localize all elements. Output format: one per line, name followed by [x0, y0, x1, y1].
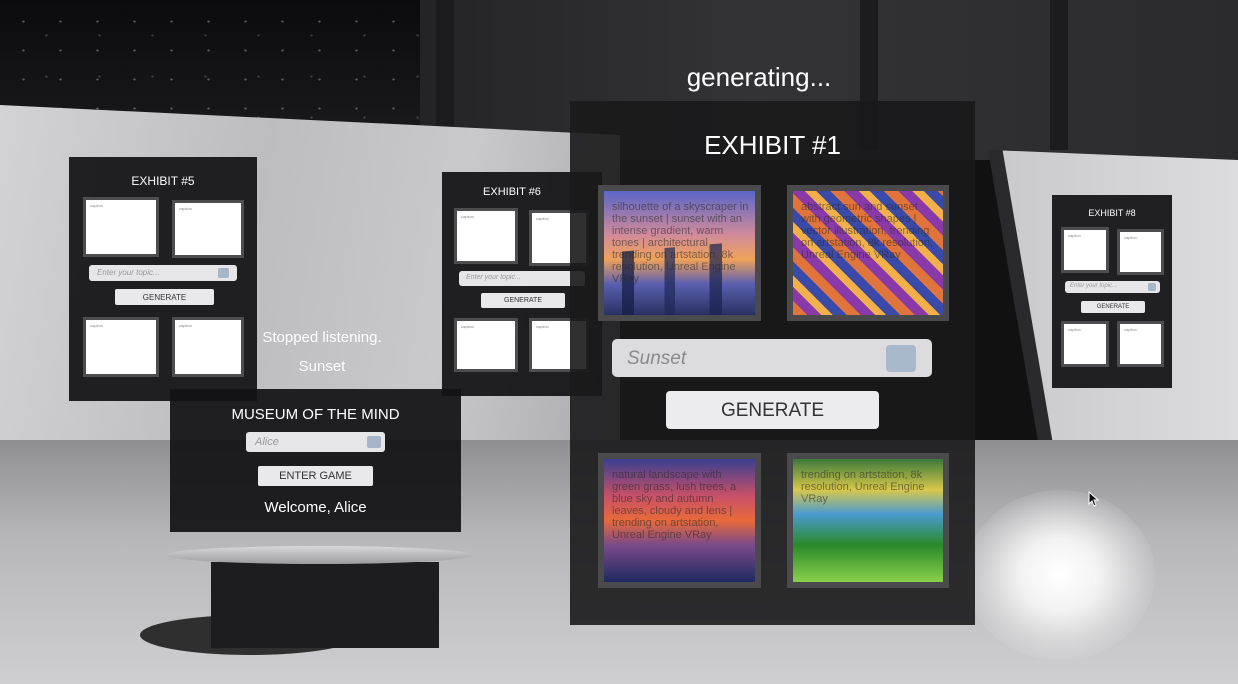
exhibit-1-artwork[interactable]: abstract sun and sunset with geometric s…: [787, 185, 949, 321]
exhibit-1-panel: EXHIBIT #1 silhouette of a skyscraper in…: [570, 101, 975, 625]
exhibit-5-frame[interactable]: caption: [83, 197, 159, 257]
table-base: [211, 562, 439, 648]
frame-caption: caption: [461, 214, 474, 219]
artwork-caption: natural landscape with green grass, lush…: [612, 469, 737, 541]
microphone-icon[interactable]: [218, 268, 229, 278]
login-panel: MUSEUM OF THE MIND Alice ENTER GAME Welc…: [170, 389, 461, 532]
topic-value: Sunset: [627, 348, 687, 369]
frame-caption: caption: [461, 324, 474, 329]
exhibit-6-frame[interactable]: caption: [454, 208, 518, 264]
exhibit-8-frame[interactable]: caption: [1061, 321, 1109, 367]
exhibit-8-generate-button[interactable]: GENERATE: [1081, 301, 1145, 313]
exhibit-8-panel: EXHIBIT #8 caption caption Enter your to…: [1052, 195, 1172, 388]
exhibit-6-topic-input[interactable]: Enter your topic...: [459, 271, 585, 286]
exhibit-8-topic-input[interactable]: Enter your topic...: [1065, 281, 1160, 293]
exhibit-5-title: EXHIBIT #5: [131, 174, 195, 188]
exhibit-8-frame[interactable]: caption: [1061, 227, 1109, 273]
frame-caption: caption: [179, 323, 192, 328]
frame-caption: caption: [90, 203, 103, 208]
stars: [0, 0, 420, 125]
frame-caption: caption: [1124, 235, 1137, 240]
artwork-caption: trending on artstation, 8k resolution, U…: [801, 469, 925, 505]
frame-caption: caption: [1068, 233, 1081, 238]
exhibit-8-frame[interactable]: caption: [1117, 229, 1164, 275]
microphone-icon[interactable]: [886, 345, 916, 372]
microphone-icon[interactable]: [1148, 283, 1156, 291]
exhibit-1-artwork[interactable]: natural landscape with green grass, lush…: [598, 453, 761, 588]
exhibit-8-frame[interactable]: caption: [1117, 321, 1164, 367]
exhibit-5-topic-input[interactable]: Enter your topic...: [89, 265, 237, 281]
exhibit-1-artwork[interactable]: trending on artstation, 8k resolution, U…: [787, 453, 949, 588]
topic-placeholder: Enter your topic...: [97, 268, 160, 277]
topic-placeholder: Enter your topic...: [466, 274, 521, 281]
frame-caption: caption: [536, 324, 549, 329]
floor-light-glow: [965, 490, 1155, 660]
frame-caption: caption: [179, 206, 192, 211]
player-name-value: Alice: [255, 436, 279, 448]
exhibit-5-panel: EXHIBIT #5 caption caption Enter your to…: [69, 157, 257, 401]
exhibit-6-generate-button[interactable]: GENERATE: [481, 293, 565, 308]
microphone-icon[interactable]: [367, 436, 381, 448]
wall-beam: [1050, 0, 1068, 150]
generating-status: generating...: [686, 62, 832, 92]
welcome-text: Welcome, Alice: [264, 499, 367, 516]
exhibit-5-frame[interactable]: caption: [172, 200, 244, 258]
artwork-caption: silhouette of a skyscraper in the sunset…: [612, 201, 749, 285]
exhibit-8-title: EXHIBIT #8: [1088, 208, 1136, 218]
museum-title: MUSEUM OF THE MIND: [231, 406, 400, 423]
voice-heard-text: Sunset: [298, 358, 346, 375]
exhibit-1-generate-button[interactable]: GENERATE: [666, 391, 879, 429]
frame-caption: caption: [1124, 327, 1137, 332]
mouse-cursor-icon: [1088, 491, 1100, 507]
voice-status-text: Stopped listening.: [262, 329, 382, 346]
exhibit-1-title: EXHIBIT #1: [704, 130, 841, 160]
topic-placeholder: Enter your topic...: [1070, 283, 1118, 289]
frame-caption: caption: [1068, 327, 1081, 332]
artwork-caption: abstract sun and sunset with geometric s…: [801, 201, 934, 261]
player-name-input[interactable]: Alice: [246, 432, 385, 452]
exhibit-5-generate-button[interactable]: GENERATE: [115, 289, 214, 305]
enter-game-button[interactable]: ENTER GAME: [258, 466, 373, 486]
exhibit-5-frame[interactable]: caption: [83, 317, 159, 377]
frame-caption: caption: [536, 216, 549, 221]
frame-caption: caption: [90, 323, 103, 328]
exhibit-6-frame[interactable]: caption: [454, 318, 518, 372]
exhibit-1-topic-input[interactable]: Sunset: [612, 339, 932, 377]
table-top: [165, 546, 473, 564]
exhibit-1-artwork[interactable]: silhouette of a skyscraper in the sunset…: [598, 185, 761, 321]
exhibit-5-frame[interactable]: caption: [172, 317, 244, 377]
